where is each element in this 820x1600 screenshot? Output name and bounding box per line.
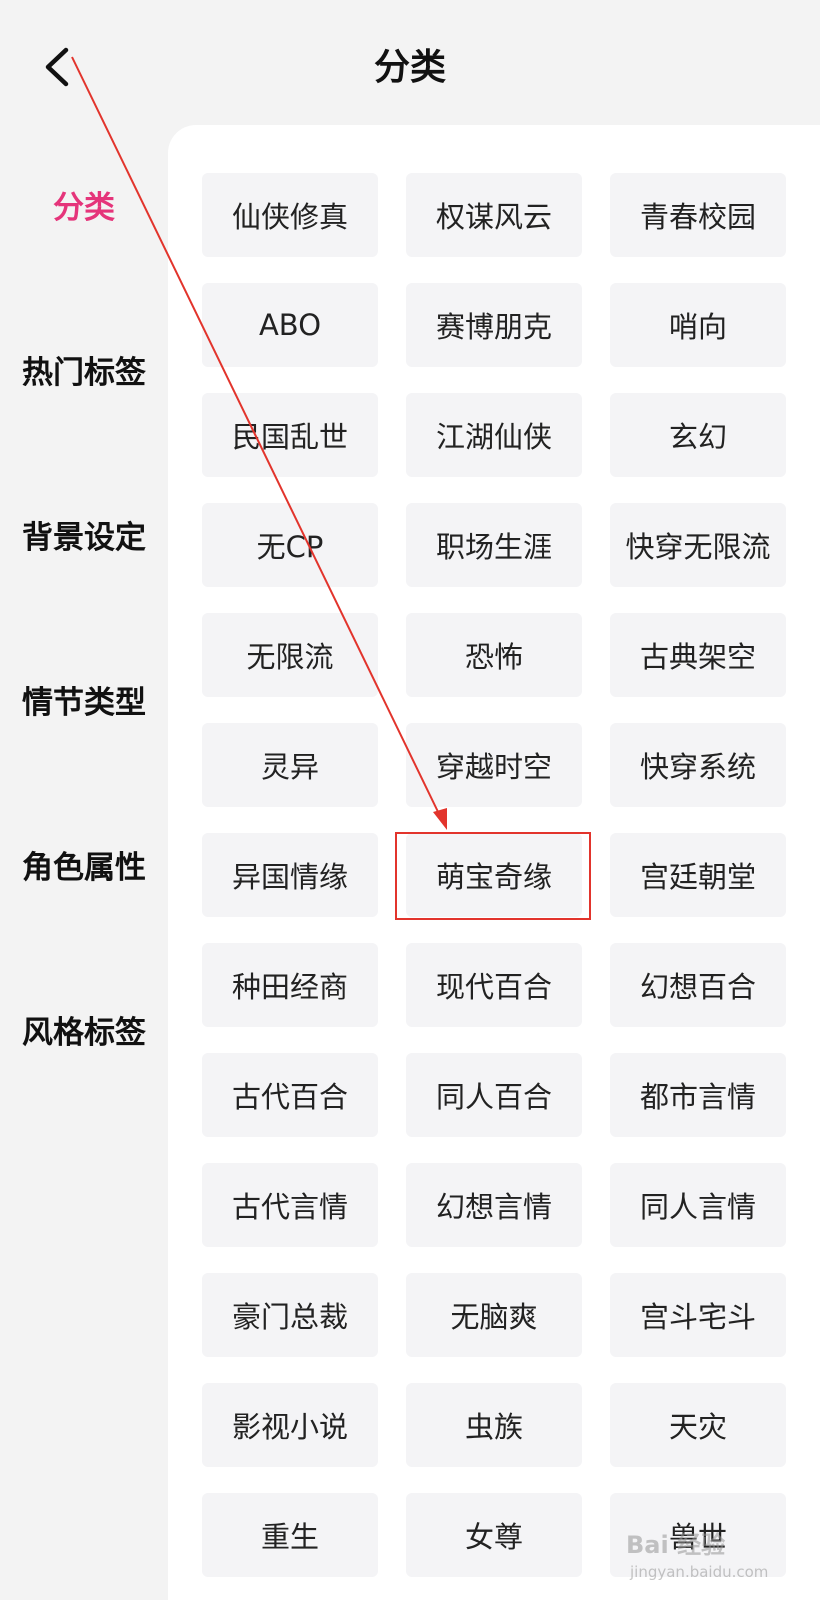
- page-title: 分类: [373, 47, 446, 88]
- tag-button[interactable]: 影视小说: [202, 1383, 378, 1467]
- tag-button[interactable]: 仙侠修真: [202, 173, 378, 257]
- sidebar-item-style-tags[interactable]: 风格标签: [0, 1011, 168, 1055]
- tag-button[interactable]: 江湖仙侠: [406, 393, 582, 477]
- tag-button[interactable]: 快穿无限流: [610, 503, 786, 587]
- sidebar-item-character[interactable]: 角色属性: [0, 846, 168, 890]
- category-sidebar: 分类 热门标签 背景设定 情节类型 角色属性 风格标签: [0, 130, 168, 1600]
- tag-button[interactable]: 无限流: [202, 613, 378, 697]
- tag-button[interactable]: 哨向: [610, 283, 786, 367]
- tag-button[interactable]: 赛博朋克: [406, 283, 582, 367]
- tag-button[interactable]: 异国情缘: [202, 833, 378, 917]
- tag-button[interactable]: 玄幻: [610, 393, 786, 477]
- tag-button[interactable]: 同人百合: [406, 1053, 582, 1137]
- tag-button[interactable]: 现代百合: [406, 943, 582, 1027]
- sidebar-item-plot-type[interactable]: 情节类型: [0, 681, 168, 725]
- tag-button[interactable]: 宫廷朝堂: [610, 833, 786, 917]
- tag-button[interactable]: 灵异: [202, 723, 378, 807]
- watermark-logo: Bai 经验: [626, 1531, 726, 1559]
- sidebar-item-hot-tags[interactable]: 热门标签: [0, 351, 168, 395]
- sidebar-item-background[interactable]: 背景设定: [0, 516, 168, 560]
- tag-button[interactable]: 豪门总裁: [202, 1273, 378, 1357]
- header-bar: 分类: [0, 0, 820, 130]
- tag-button[interactable]: 恐怖: [406, 613, 582, 697]
- tag-button[interactable]: 女尊: [406, 1493, 582, 1577]
- tag-button[interactable]: 古典架空: [610, 613, 786, 697]
- tag-button[interactable]: 职场生涯: [406, 503, 582, 587]
- tag-button[interactable]: 天灾: [610, 1383, 786, 1467]
- tag-button[interactable]: 穿越时空: [406, 723, 582, 807]
- tag-button[interactable]: 萌宝奇缘: [406, 833, 582, 917]
- tag-button[interactable]: 重生: [202, 1493, 378, 1577]
- tag-button[interactable]: 宫斗宅斗: [610, 1273, 786, 1357]
- tag-button[interactable]: 无CP: [202, 503, 378, 587]
- tag-button[interactable]: 幻想言情: [406, 1163, 582, 1247]
- tag-button[interactable]: 青春校园: [610, 173, 786, 257]
- tag-button[interactable]: ABO: [202, 283, 378, 367]
- tag-button[interactable]: 同人言情: [610, 1163, 786, 1247]
- tag-button[interactable]: 虫族: [406, 1383, 582, 1467]
- sidebar-item-category[interactable]: 分类: [0, 186, 168, 230]
- tag-grid: 仙侠修真 权谋风云 青春校园 ABO 赛博朋克 哨向 民国乱世 江湖仙侠 玄幻 无CP 职场生涯 快穿…: [202, 173, 786, 1577]
- tag-button[interactable]: 快穿系统: [610, 723, 786, 807]
- tag-button[interactable]: 民国乱世: [202, 393, 378, 477]
- tag-button[interactable]: 权谋风云: [406, 173, 582, 257]
- tag-button[interactable]: 古代言情: [202, 1163, 378, 1247]
- tag-button[interactable]: 无脑爽: [406, 1273, 582, 1357]
- tag-button[interactable]: 都市言情: [610, 1053, 786, 1137]
- tag-button[interactable]: 幻想百合: [610, 943, 786, 1027]
- tag-button[interactable]: 古代百合: [202, 1053, 378, 1137]
- watermark-url: jingyan.baidu.com: [630, 1563, 769, 1581]
- tag-button[interactable]: 种田经商: [202, 943, 378, 1027]
